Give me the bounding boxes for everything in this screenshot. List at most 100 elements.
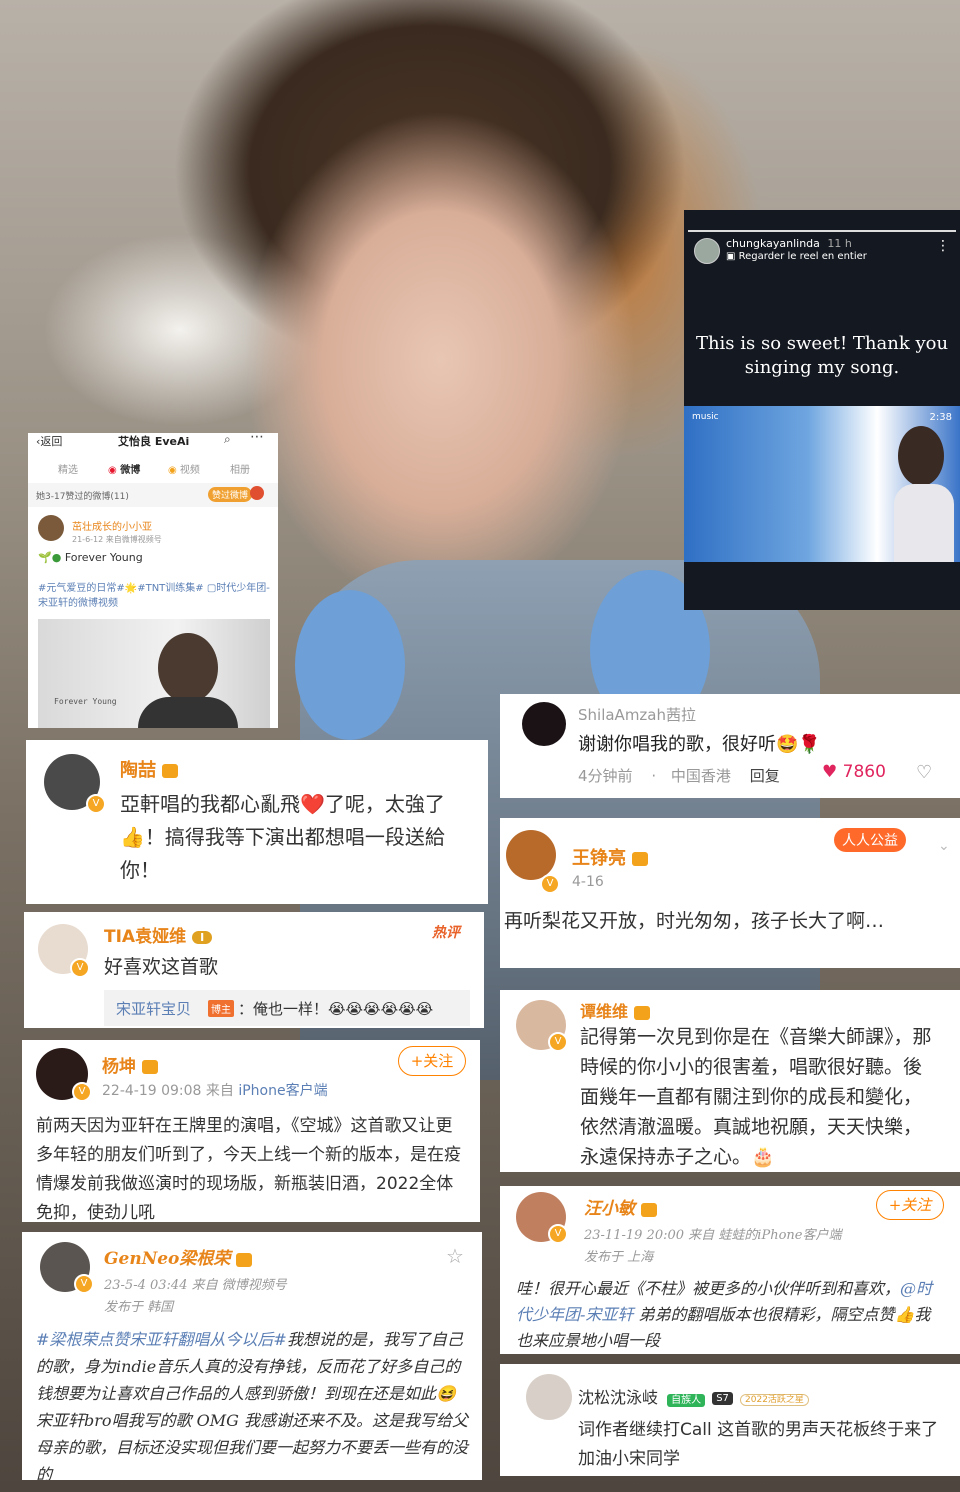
follow-button[interactable]: +关注 bbox=[876, 1190, 944, 1220]
chevron-down-icon[interactable]: ⌄ bbox=[938, 838, 950, 854]
crown-icon bbox=[162, 764, 178, 778]
video-thumbnail[interactable]: Forever Young bbox=[38, 619, 270, 728]
heart-icon: ♥ bbox=[822, 762, 838, 782]
liked-tag: 赞过微博 bbox=[208, 487, 253, 502]
globe-icon: ● bbox=[51, 551, 62, 564]
hot-comment-badge: 热评 bbox=[432, 925, 460, 941]
post-meta: 23-11-19 20:00 来自 蛙蛙的iPhone客户端 bbox=[584, 1228, 842, 1243]
post-text: 前两天因为亚轩在王牌里的演唱，《空城》这首歌又让更多年轻的朋友们听到了，今天上线… bbox=[36, 1116, 461, 1222]
active-star-badge: 2022活跃之星 bbox=[740, 1394, 809, 1406]
author-tag: 博主 bbox=[208, 1000, 234, 1017]
shensong-avatar[interactable] bbox=[526, 1374, 572, 1420]
crown-icon bbox=[634, 1005, 651, 1020]
comment-text: 記得第一次見到你是在《音樂大師課》，那時候的你小小的很害羞，唱歌很好聽。後面幾年… bbox=[580, 1026, 932, 1168]
search-icon[interactable]: ⌕ bbox=[224, 433, 231, 447]
verified-icon: V bbox=[548, 1224, 568, 1244]
hashtag-link[interactable]: #梁根荣点赞宋亚轩翻唱从今以后# bbox=[36, 1330, 287, 1349]
commenter-name[interactable]: ShilaAmzah茜拉 bbox=[578, 704, 696, 725]
commenter-name[interactable]: 谭维维 bbox=[580, 998, 651, 1022]
commenter-name[interactable]: 汪小敏 bbox=[584, 1194, 657, 1219]
comment-shila: ShilaAmzah茜拉 谢谢你唱我的歌，很好听🤩🌹 4分钟前 · 中国香港 回… bbox=[500, 694, 960, 798]
verified-icon: V bbox=[74, 1274, 94, 1294]
ig-username-row: chungkayanlinda 11 h bbox=[726, 237, 852, 250]
follow-button[interactable]: +关注 bbox=[398, 1046, 466, 1076]
post-text: #梁根荣点赞宋亚轩翻唱从今以后#我想说的是，我写了自己的歌，身为indie音乐人… bbox=[36, 1330, 469, 1480]
ig-time: 11 h bbox=[827, 237, 852, 250]
ig-reel-link[interactable]: ▣ Regarder le reel en entier bbox=[726, 251, 867, 262]
like-button[interactable]: ♥ 7860 bbox=[822, 762, 886, 782]
video-person bbox=[158, 633, 218, 703]
video-person-body bbox=[138, 697, 238, 728]
crown-icon bbox=[641, 1202, 657, 1217]
liked-header: 她3-17赞过的微博(11) bbox=[36, 492, 129, 502]
liked-icon bbox=[250, 486, 264, 500]
comment-location: 中国香港 bbox=[670, 767, 731, 785]
source-link[interactable]: iPhone客户端 bbox=[238, 1083, 327, 1099]
profile-tabs: 精选 ◉ 微博 ◉ 视频 相册 bbox=[28, 455, 278, 483]
comment-date: 4-16 bbox=[572, 874, 604, 890]
level-badge: I bbox=[192, 930, 213, 944]
video-source: music bbox=[692, 412, 719, 422]
reply-author[interactable]: 宋亚轩宝贝 bbox=[116, 998, 191, 1019]
poster-name[interactable]: 茁壮成长的小小亚 bbox=[72, 518, 152, 533]
post-location: 发布于 上海 bbox=[584, 1250, 654, 1265]
commenter-name[interactable]: 陶喆 bbox=[120, 756, 178, 782]
reply-button[interactable]: 回复 bbox=[750, 767, 780, 785]
commenter-name[interactable]: 沈松沈泳岐 bbox=[578, 1388, 658, 1407]
shila-avatar[interactable] bbox=[522, 702, 566, 746]
verified-icon: V bbox=[86, 794, 106, 814]
video-caption: Forever Young bbox=[54, 697, 117, 706]
crown-icon bbox=[632, 852, 648, 866]
profile-title: 艾怡良 EveAi bbox=[118, 435, 190, 448]
more-icon[interactable]: ⋯ bbox=[250, 433, 264, 445]
reply-text: ：俺也一样！😭😭😭😭😭😭 bbox=[238, 1000, 434, 1018]
comment-wangzhengliang: V 王铮亮 4-16 人人公益 ⌄ 再听梨花又开放，时光匆匆，孩子长大了啊… bbox=[500, 818, 960, 968]
post-meta: 23-5-4 03:44 来自 微博视频号 bbox=[104, 1278, 287, 1293]
fan-badge: 自族人 bbox=[667, 1394, 706, 1407]
comment-text: 词作者继续打Call 这首歌的男声天花板终于来了 加油小宋同学 bbox=[578, 1420, 939, 1469]
leaf-icon: 🌱 bbox=[38, 551, 52, 564]
reel-icon: ▣ bbox=[726, 251, 736, 262]
poster-avatar[interactable] bbox=[38, 515, 64, 541]
commenter-name[interactable]: 王铮亮 bbox=[572, 844, 648, 870]
star-icon[interactable]: ☆ bbox=[446, 1244, 464, 1268]
post-meta: 21-6-12 来自微博视频号 bbox=[72, 535, 162, 544]
comment-text: 谢谢你唱我的歌，很好听🤩🌹 bbox=[578, 734, 821, 755]
ig-video[interactable]: music 2:38 bbox=[684, 406, 960, 562]
commenter-name[interactable]: GenNeo梁根荣 bbox=[104, 1244, 253, 1269]
tab-album[interactable]: 相册 bbox=[230, 461, 250, 476]
verified-icon: V bbox=[72, 1082, 92, 1102]
weibo-profile-card: ‹返回 艾怡良 EveAi ⌕ ⋯ 精选 ◉ 微博 ◉ 视频 相册 她3-17赞… bbox=[28, 433, 278, 728]
background-headphone-left bbox=[295, 590, 405, 740]
ig-username[interactable]: chungkayanlinda bbox=[726, 237, 820, 250]
wangzhengliang-avatar[interactable] bbox=[506, 830, 556, 880]
commenter-name[interactable]: TIA袁娅维 I bbox=[104, 922, 213, 947]
comment-taozhe: V 陶喆 亞軒唱的我都心亂飛❤️了呢，太強了👍！搞得我等下演出都想唱一段送給你！ bbox=[26, 740, 488, 904]
post-hashtags[interactable]: #元气爱豆的日常#🌟#TNT训练集# ▢时代少年团-宋亚轩的微博视频 bbox=[38, 581, 270, 611]
comment-yangkun: V 杨坤 +关注 22-4-19 09:08 来自 iPhone客户端 前两天因… bbox=[22, 1040, 480, 1222]
reply-box: 宋亚轩宝贝 博主 ：俺也一样！😭😭😭😭😭😭 bbox=[104, 990, 470, 1026]
comment-meta: 4分钟前 · 中国香港 回复 bbox=[578, 767, 780, 785]
crown-icon bbox=[236, 1252, 253, 1267]
video-singer-body bbox=[894, 484, 954, 562]
post-location: 发布于 韩国 bbox=[104, 1300, 174, 1315]
verified-icon: V bbox=[548, 1032, 568, 1052]
comment-tia: V TIA袁娅维 I 热评 好喜欢这首歌 宋亚轩宝贝 博主 ：俺也一样！😭😭😭😭😭… bbox=[24, 912, 484, 1028]
tab-featured[interactable]: 精选 bbox=[58, 461, 78, 476]
post-text: 🌱● Forever Young bbox=[38, 551, 143, 564]
post-meta: 22-4-19 09:08 来自 iPhone客户端 bbox=[102, 1083, 328, 1099]
post-text: 哇！很开心最近《不柱》被更多的小伙伴听到和喜欢，@时代少年团-宋亚轩 弟弟的翻唱… bbox=[516, 1279, 933, 1350]
commenter-name[interactable]: 杨坤 bbox=[102, 1052, 158, 1077]
comment-shensong: 沈松沈泳岐 自族人 S7 2022活跃之星 词作者继续打Call 这首歌的男声天… bbox=[500, 1364, 960, 1476]
comment-wangxiaomin: V 汪小敏 +关注 23-11-19 20:00 来自 蛙蛙的iPhone客户端… bbox=[500, 1186, 960, 1354]
comment-genneo: V GenNeo梁根荣 ☆ 23-5-4 03:44 来自 微博视频号 发布于 … bbox=[22, 1232, 482, 1480]
ig-avatar[interactable] bbox=[694, 238, 720, 264]
back-button[interactable]: ‹返回 bbox=[36, 433, 62, 449]
level-badge: S7 bbox=[712, 1392, 733, 1405]
ig-more-icon[interactable]: ⋮ bbox=[936, 238, 950, 254]
ig-story-card: chungkayanlinda 11 h ▣ Regarder le reel … bbox=[684, 210, 960, 610]
tab-video[interactable]: ◉ 视频 bbox=[168, 461, 200, 476]
comment-time: 4分钟前 bbox=[578, 767, 633, 785]
dislike-icon[interactable]: ♡ bbox=[916, 762, 932, 783]
tab-weibo[interactable]: ◉ 微博 bbox=[108, 461, 140, 476]
